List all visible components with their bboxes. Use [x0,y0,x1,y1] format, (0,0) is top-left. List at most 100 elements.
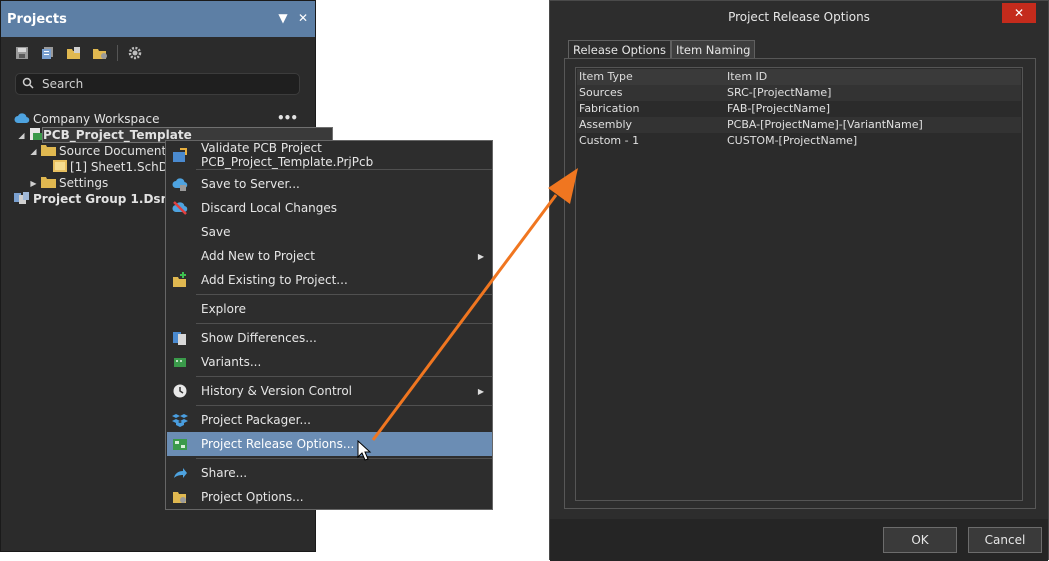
tab-release-options[interactable]: Release Options [568,40,671,58]
share-icon [172,465,188,481]
menu-item-add-existing-to-project[interactable]: Add Existing to Project... [167,268,492,292]
settings-label: Settings [59,176,109,190]
panel-close-icon[interactable]: ✕ [297,11,309,25]
menu-separator [196,169,492,170]
panel-title: Projects [7,11,67,27]
menu-item-label: Project Release Options... [201,437,355,451]
table-row[interactable]: Fabrication FAB-[ProjectName] [577,101,1021,117]
dialog-title: Project Release Options [728,10,870,24]
differences-icon [172,330,188,346]
menu-item-label: Discard Local Changes [201,201,338,215]
tree-item-sheet[interactable]: [1] Sheet1.SchDoc [53,159,182,175]
menu-separator [196,458,492,459]
search-box[interactable] [15,73,300,95]
menu-item-label: Add Existing to Project... [201,273,348,287]
tree-item-workspace[interactable]: Company Workspace [14,111,160,127]
search-input[interactable] [40,76,280,92]
tree-item-source-documents[interactable]: ◢ Source Documents [29,143,172,159]
cloud-save-icon [172,176,188,192]
menu-item-project-packager[interactable]: Project Packager... [167,408,492,432]
submenu-arrow-icon: ▶ [477,386,484,396]
tab-content-panel: Item Type Item ID Sources SRC-[ProjectNa… [564,58,1036,509]
release-options-icon [172,436,188,452]
cell-item-type: Sources [579,86,623,99]
menu-separator [196,405,492,406]
table-row[interactable]: Assembly PCBA-[ProjectName]-[VariantName… [577,117,1021,133]
ok-button[interactable]: OK [883,527,957,553]
menu-item-label: Share... [201,466,248,480]
folder-icon [41,176,56,191]
menu-item-discard-local-changes[interactable]: Discard Local Changes [167,196,492,220]
menu-item-show-differences[interactable]: Show Differences... [167,326,492,350]
schematic-doc-icon [53,159,67,175]
menu-item-label: Project Options... [201,490,304,504]
variants-icon [172,354,188,370]
menu-item-label: Project Packager... [201,413,311,427]
menu-separator [196,294,492,295]
menu-item-validate[interactable]: Validate PCB Project PCB_Project_Templat… [167,141,492,169]
cell-item-type: Assembly [579,118,633,131]
column-header-item-type[interactable]: Item Type [579,70,633,83]
more-options-icon[interactable]: ••• [277,111,298,125]
workspace-label: Company Workspace [33,112,160,126]
cell-item-id: FAB-[ProjectName] [727,102,831,115]
table-header: Item Type Item ID [577,69,1021,85]
cancel-button[interactable]: Cancel [968,527,1042,553]
column-header-item-id[interactable]: Item ID [727,70,767,83]
pcb-project-icon [29,127,43,144]
save-all-icon[interactable] [39,44,57,62]
project-release-options-dialog: Project Release Options ✕ Release Option… [549,0,1049,561]
projects-toolbar [13,43,144,63]
project-options-icon [172,489,188,505]
menu-item-variants[interactable]: Variants... [167,350,492,374]
dialog-footer: OK Cancel [550,519,1048,561]
mouse-cursor-icon [357,440,372,461]
menu-item-label: Validate PCB Project PCB_Project_Templat… [201,141,374,169]
gear-icon[interactable] [126,44,144,62]
item-naming-table: Item Type Item ID Sources SRC-[ProjectNa… [575,67,1023,501]
tree-item-project-row[interactable]: ◢ [17,127,43,143]
menu-item-label: Variants... [201,355,262,369]
menu-item-explore[interactable]: Explore [167,297,492,321]
menu-item-project-release-options[interactable]: Project Release Options... [167,432,492,456]
tab-item-naming[interactable]: Item Naming [670,40,756,58]
save-icon[interactable] [13,44,31,62]
project-group-icon [14,191,30,208]
search-icon [22,77,34,92]
open-folder-icon[interactable] [65,44,83,62]
cell-item-type: Fabrication [579,102,640,115]
menu-item-history-version-control[interactable]: History & Version Control ▶ [167,379,492,403]
collapse-triangle-icon[interactable]: ◢ [29,147,38,156]
menu-separator [196,323,492,324]
expand-triangle-icon[interactable]: ▶ [29,179,38,188]
menu-item-label: Save [201,225,231,239]
cell-item-id: PCBA-[ProjectName]-[VariantName] [727,118,923,131]
submenu-arrow-icon: ▶ [477,251,484,261]
folder-settings-icon[interactable] [91,44,109,62]
table-row[interactable]: Custom - 1 CUSTOM-[ProjectName] [577,133,1021,149]
menu-separator [196,376,492,377]
close-icon[interactable]: ✕ [1002,3,1036,23]
source-documents-label: Source Documents [59,144,173,158]
menu-item-share[interactable]: Share... [167,461,492,485]
cell-item-id: SRC-[ProjectName] [727,86,832,99]
menu-item-add-new-to-project[interactable]: Add New to Project ▶ [167,244,492,268]
menu-item-label: Add New to Project [201,249,315,263]
menu-item-save-to-server[interactable]: Save to Server... [167,172,492,196]
validate-icon [172,147,188,163]
discard-icon [172,200,188,216]
dialog-titlebar: Project Release Options [550,1,1048,33]
toolbar-separator [117,45,118,61]
menu-item-project-options[interactable]: Project Options... [167,485,492,509]
panel-menu-dropdown-icon[interactable]: ▼ [277,11,289,25]
menu-item-save[interactable]: Save [167,220,492,244]
menu-item-label: History & Version Control [201,384,352,398]
context-menu: Validate PCB Project PCB_Project_Templat… [165,140,493,510]
projects-panel-header: Projects ▼ ✕ [1,1,315,37]
cell-item-id: CUSTOM-[ProjectName] [727,134,858,147]
folder-icon [41,144,56,159]
table-row[interactable]: Sources SRC-[ProjectName] [577,85,1021,101]
menu-item-label: Save to Server... [201,177,300,191]
collapse-triangle-icon[interactable]: ◢ [17,131,26,140]
tree-item-settings[interactable]: ▶ Settings [29,175,108,191]
